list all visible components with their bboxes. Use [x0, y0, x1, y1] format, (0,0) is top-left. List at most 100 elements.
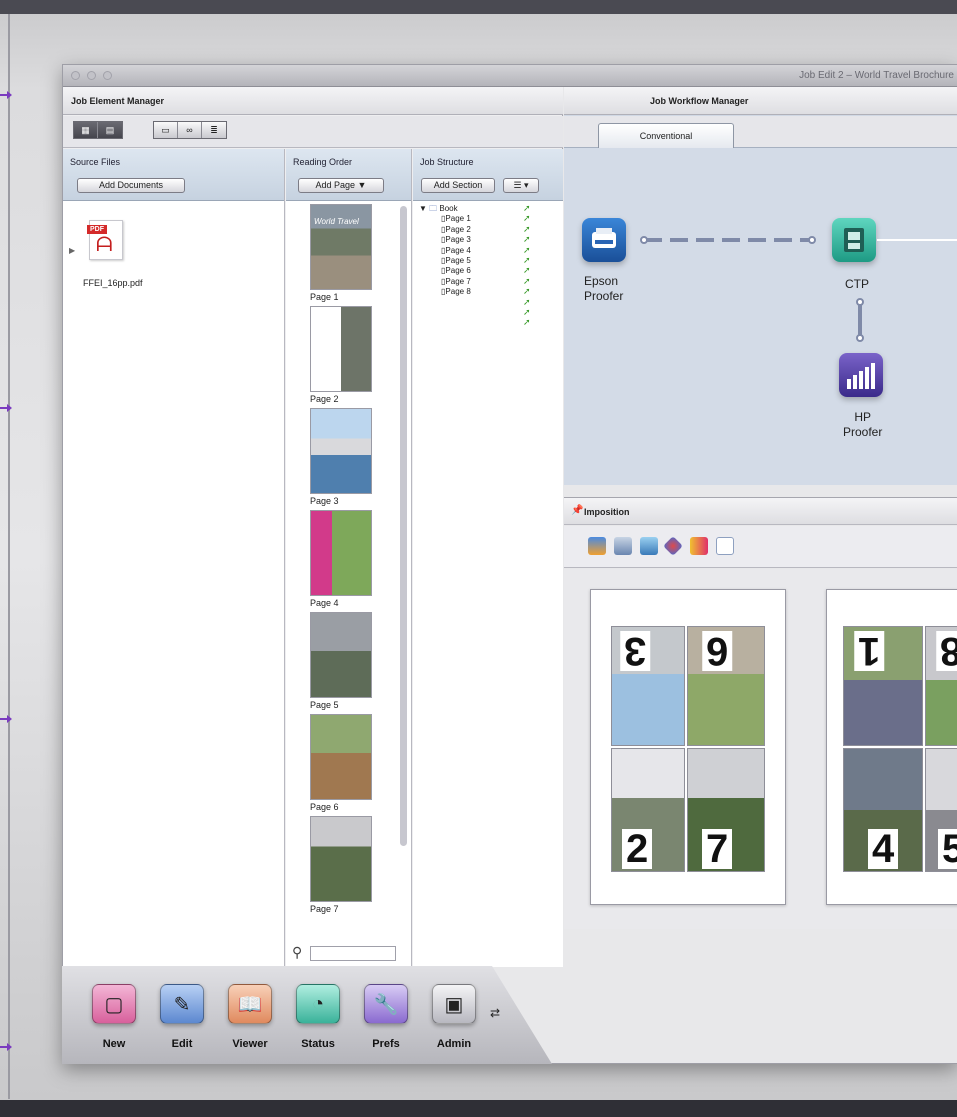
edit-icon[interactable]: ✎: [160, 984, 204, 1024]
green-arrow-icon[interactable]: ➚: [523, 235, 532, 244]
add-documents-button[interactable]: Add Documents: [77, 178, 185, 193]
green-arrow-icon[interactable]: ➚: [523, 276, 532, 286]
dock-arrows-icon[interactable]: ⇄: [490, 1006, 500, 1020]
tab-conventional[interactable]: Conventional: [598, 123, 734, 149]
dock-item-new[interactable]: ▢ New: [90, 984, 138, 1050]
tree-page-label: Page 7: [445, 276, 471, 286]
dock-item-admin[interactable]: ▣ Admin: [430, 984, 478, 1050]
reading-order-column: Reading Order Add Page ▼ World Travel Pa…: [286, 149, 412, 967]
viewer-icon[interactable]: 📖: [228, 984, 272, 1024]
green-arrow-icon[interactable]: ➚: [523, 214, 532, 223]
color-bars-icon[interactable]: [690, 537, 708, 555]
dock-item-edit[interactable]: ✎ Edit: [158, 984, 206, 1050]
job-element-manager: Job Element Manager ▦ ▤ ▭ ∞ ≣ Source Fil…: [63, 87, 563, 967]
green-arrow-icon[interactable]: ➚: [523, 204, 532, 213]
tree-row-page[interactable]: ▯Page 4: [419, 246, 471, 256]
close-window-button[interactable]: [71, 71, 80, 80]
printer-icon[interactable]: [582, 218, 626, 262]
source-files-header: Source Files Add Documents: [63, 149, 284, 201]
disclosure-triangle-icon[interactable]: ▶: [69, 246, 75, 255]
hp-label-line2: Proofer: [843, 425, 883, 439]
pdf-icon[interactable]: PDF ᗩ: [87, 220, 123, 260]
elements-view-icon[interactable]: ▤: [98, 122, 122, 138]
tree-row-page[interactable]: ▯Page 5: [419, 256, 471, 266]
tool-group: ▭ ∞ ≣: [153, 121, 227, 139]
imposition-toolbar: [564, 526, 957, 568]
tree-row-page[interactable]: ▯Page 6: [419, 266, 471, 276]
connector-dot[interactable]: [808, 236, 816, 244]
job-workflow-manager: Job Workflow Manager Conventional Epson P…: [564, 87, 957, 485]
page-label: Page 4: [310, 598, 339, 608]
green-arrow-icon[interactable]: ➚: [523, 307, 532, 317]
page-thumbnail[interactable]: [310, 612, 372, 698]
ctp-icon[interactable]: [832, 218, 876, 262]
zoom-window-button[interactable]: [103, 71, 112, 80]
connector-dot[interactable]: [856, 298, 864, 306]
pages-view-icon[interactable]: ▦: [74, 122, 98, 138]
prefs-icon[interactable]: 🔧: [364, 984, 408, 1024]
workflow-tab-strip: Conventional: [564, 116, 957, 149]
epson-label-line1: Epson: [584, 274, 619, 288]
link-tool-icon[interactable]: ∞: [178, 122, 202, 138]
page-thumbnail[interactable]: [310, 510, 372, 596]
dock-item-status[interactable]: ◔ Status: [294, 984, 342, 1050]
tree-row-page[interactable]: ▯Page 2: [419, 225, 471, 235]
green-arrow-icon[interactable]: ➚: [523, 245, 532, 255]
dock-label: Viewer: [232, 1038, 268, 1050]
monitor-icon[interactable]: [614, 537, 632, 555]
expand-triangle-icon[interactable]: ▼: [419, 204, 427, 213]
node-label-hp: HP Proofer: [843, 410, 882, 440]
green-arrow-icon[interactable]: ➚: [523, 297, 532, 307]
page-thumbnail[interactable]: [310, 714, 372, 800]
jwm-title: Job Workflow Manager: [650, 96, 749, 106]
structure-menu-button[interactable]: ☰ ▾: [503, 178, 539, 193]
add-section-button[interactable]: Add Section: [421, 178, 495, 193]
search-icon: ⚲: [292, 944, 303, 960]
diamond-icon[interactable]: [663, 536, 683, 556]
imposition-area: 3 6 2 7 1 8 4 5: [564, 569, 957, 929]
thumbnail-title: World Travel: [314, 217, 359, 226]
page-thumbnail[interactable]: World Travel: [310, 204, 372, 290]
vertical-scrollbar[interactable]: [400, 206, 407, 846]
tree-row-page[interactable]: ▯Page 1: [419, 214, 471, 224]
source-files-column: Source Files Add Documents ▶ PDF ᗩ FFEI_…: [63, 149, 285, 967]
add-page-button[interactable]: Add Page ▼: [298, 178, 384, 193]
dock-item-prefs[interactable]: 🔧 Prefs: [362, 984, 410, 1050]
page-thumbnail[interactable]: [310, 306, 372, 392]
status-icon[interactable]: ◔: [296, 984, 340, 1024]
green-arrow-icon[interactable]: ➚: [523, 255, 532, 265]
minimize-window-button[interactable]: [87, 71, 96, 80]
page-label: Page 1: [310, 292, 339, 302]
tree-row-page[interactable]: ▯Page 3: [419, 235, 471, 245]
search-input[interactable]: [310, 946, 396, 961]
screen-bottom-band: [0, 1100, 957, 1117]
green-arrow-icon[interactable]: ➚: [523, 318, 532, 327]
dock-item-viewer[interactable]: 📖 Viewer: [226, 984, 274, 1050]
tree-row-page[interactable]: ▯Page 8: [419, 287, 471, 297]
box-icon[interactable]: [640, 537, 658, 555]
list-tool-icon[interactable]: ≣: [202, 122, 226, 138]
imposition-sheet-1[interactable]: 3 6 2 7: [590, 589, 786, 905]
admin-icon[interactable]: ▣: [432, 984, 476, 1024]
page-thumbnail[interactable]: [310, 816, 372, 902]
job-structure-column: Job Structure Add Section ☰ ▾ ▼ 🗀 Book ▯…: [413, 149, 563, 967]
tree-row-page[interactable]: ▯Page 7: [419, 277, 471, 287]
green-arrow-icon[interactable]: ➚: [523, 266, 532, 275]
page-number: 3: [620, 629, 651, 673]
green-arrow-icon[interactable]: ➚: [523, 287, 532, 296]
imposition-sheet-2[interactable]: 1 8 4 5: [826, 589, 957, 905]
app-dock: ▢ New ✎ Edit 📖 Viewer ◔ Status 🔧 Prefs ▣…: [62, 966, 552, 1064]
connector-dot[interactable]: [640, 236, 648, 244]
tree-row-book[interactable]: ▼ 🗀 Book: [419, 204, 471, 214]
new-icon[interactable]: ▢: [92, 984, 136, 1024]
document-tool-icon[interactable]: ▭: [154, 122, 178, 138]
green-arrow-column: ➚ ➚ ➚ ➚ ➚ ➚ ➚ ➚ ➚ ➚ ➚ ➚: [523, 204, 532, 329]
green-arrow-icon[interactable]: ➚: [523, 224, 532, 234]
hp-proofer-icon[interactable]: [839, 353, 883, 397]
page-thumbnail[interactable]: [310, 408, 372, 494]
grid-layout-icon[interactable]: [588, 537, 606, 555]
file-name[interactable]: FFEI_16pp.pdf: [83, 278, 143, 288]
sheet-grid-icon[interactable]: [716, 537, 734, 555]
connector-dot[interactable]: [856, 334, 864, 342]
pin-icon[interactable]: 📌: [571, 505, 583, 516]
